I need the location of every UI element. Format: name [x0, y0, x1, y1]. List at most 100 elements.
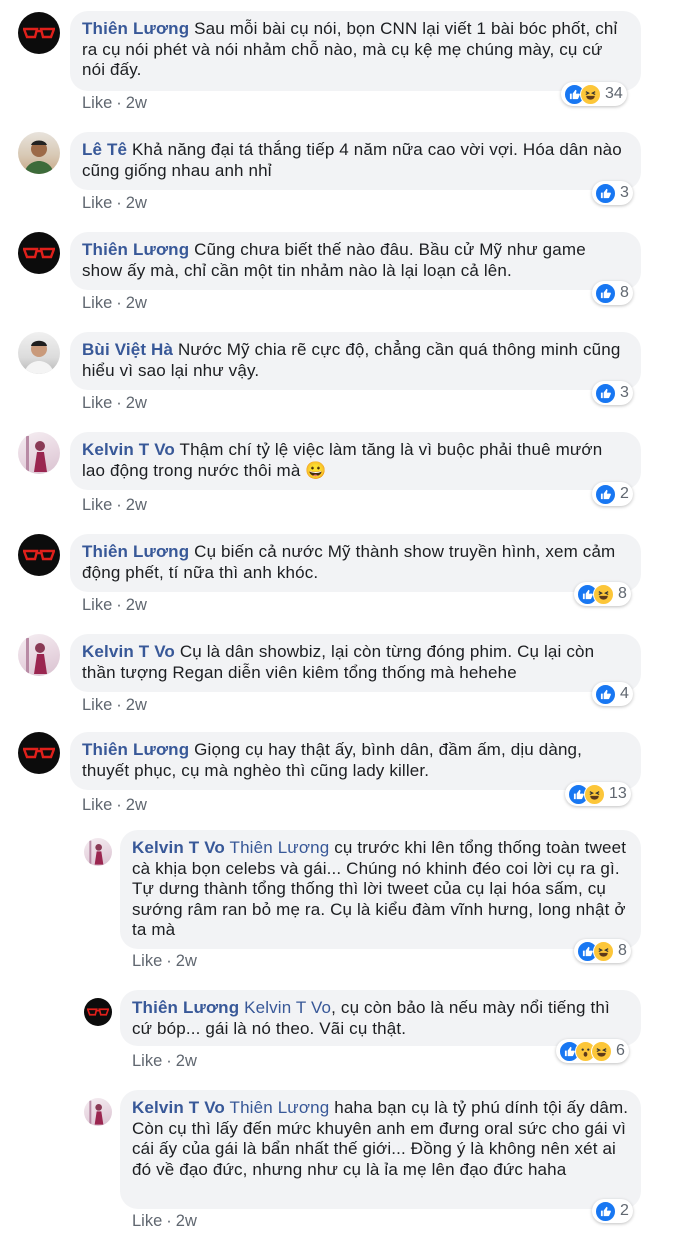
avatar[interactable] [18, 232, 60, 274]
reaction-count: 3 [620, 384, 629, 401]
author-name[interactable]: Thiên Lương [82, 740, 189, 759]
mention-link[interactable]: Kelvin T Vo [244, 998, 331, 1017]
like-icon [595, 182, 616, 204]
red-glasses-icon [23, 247, 55, 259]
avatar[interactable] [84, 1098, 112, 1126]
timestamp[interactable]: 2w [176, 1212, 197, 1230]
comment-actions: Like · 2w [82, 496, 147, 514]
avatar[interactable] [18, 732, 60, 774]
timestamp[interactable]: 2w [176, 1052, 197, 1070]
author-name[interactable]: Kelvin T Vo [82, 642, 175, 661]
timestamp[interactable]: 2w [176, 952, 197, 970]
like-button[interactable]: Like [82, 294, 112, 312]
author-name[interactable]: Thiên Lương [132, 998, 239, 1017]
haha-icon [593, 583, 614, 605]
reaction-summary[interactable]: 13 [565, 782, 631, 806]
like-icon [595, 382, 616, 404]
person-photo-icon [89, 840, 104, 865]
comment-actions: Like · 2w [82, 394, 147, 412]
reaction-count: 8 [620, 284, 629, 301]
avatar[interactable] [84, 998, 112, 1026]
avatar[interactable] [18, 534, 60, 576]
comment-bubble: Thiên Lương Cũng chưa biết thế nào đâu. … [70, 232, 641, 290]
reply-bubble: Thiên Lương Kelvin T Vo, cụ còn bảo là n… [120, 990, 641, 1046]
like-button[interactable]: Like [82, 596, 112, 614]
reaction-summary[interactable]: 3 [592, 381, 633, 405]
like-button[interactable]: Like [82, 796, 112, 814]
avatar[interactable] [18, 132, 60, 174]
avatar[interactable] [84, 838, 112, 866]
timestamp[interactable]: 2w [126, 796, 147, 814]
comment-actions: Like · 2w [82, 94, 147, 112]
reaction-count: 8 [618, 585, 627, 602]
reaction-summary[interactable]: 8 [574, 939, 631, 963]
grinning-emoji: 😀 [305, 460, 327, 480]
comment-actions: Like · 2w [132, 952, 197, 970]
reaction-summary[interactable]: 34 [561, 82, 627, 106]
comment-actions: Like · 2w [82, 596, 147, 614]
avatar[interactable] [18, 432, 60, 474]
reply-bubble: Kelvin T Vo Thiên Lương cụ trước khi lên… [120, 830, 641, 949]
like-icon [595, 483, 616, 505]
like-button[interactable]: Like [132, 952, 162, 970]
reaction-count: 13 [609, 785, 627, 802]
timestamp[interactable]: 2w [126, 696, 147, 714]
red-glasses-icon [23, 549, 55, 561]
author-name[interactable]: Thiên Lương [82, 19, 189, 38]
timestamp[interactable]: 2w [126, 394, 147, 412]
mention-link[interactable]: Thiên Lương [230, 1098, 330, 1117]
person-photo-icon [24, 340, 54, 374]
like-button[interactable]: Like [82, 94, 112, 112]
like-button[interactable]: Like [82, 194, 112, 212]
author-name[interactable]: Kelvin T Vo [82, 440, 175, 459]
comment-bubble: Thiên Lương Giọng cụ hay thật ấy, bình d… [70, 732, 641, 790]
author-name[interactable]: Lê Tê [82, 140, 127, 159]
reaction-summary[interactable]: 2 [592, 1199, 633, 1223]
reaction-count: 6 [616, 1042, 625, 1059]
timestamp[interactable]: 2w [126, 596, 147, 614]
person-photo-icon [26, 436, 47, 472]
haha-icon [591, 1040, 612, 1062]
timestamp[interactable]: 2w [126, 194, 147, 212]
reply-bubble: Kelvin T Vo Thiên Lương haha bạn cụ là t… [120, 1090, 641, 1209]
timestamp[interactable]: 2w [126, 94, 147, 112]
haha-icon [580, 83, 601, 105]
reaction-summary[interactable]: 8 [592, 281, 633, 305]
author-name[interactable]: Kelvin T Vo [132, 838, 225, 857]
reaction-count: 2 [620, 485, 629, 502]
author-name[interactable]: Thiên Lương [82, 542, 189, 561]
person-photo-icon [26, 638, 47, 674]
comment-actions: Like · 2w [82, 796, 147, 814]
red-glasses-icon [23, 27, 55, 39]
like-button[interactable]: Like [82, 696, 112, 714]
author-name[interactable]: Bùi Việt Hà [82, 340, 173, 359]
reaction-count: 3 [620, 184, 629, 201]
mention-link[interactable]: Thiên Lương [230, 838, 330, 857]
person-photo-icon [89, 1100, 104, 1125]
person-photo-icon [24, 140, 54, 174]
comment-bubble: Bùi Việt Hà Nước Mỹ chia rẽ cực độ, chẳn… [70, 332, 641, 390]
timestamp[interactable]: 2w [126, 496, 147, 514]
timestamp[interactable]: 2w [126, 294, 147, 312]
like-button[interactable]: Like [132, 1052, 162, 1070]
like-button[interactable]: Like [82, 394, 112, 412]
author-name[interactable]: Thiên Lương [82, 240, 189, 259]
reaction-summary[interactable]: 2 [592, 482, 633, 506]
reaction-summary[interactable]: 6 [556, 1039, 629, 1063]
reaction-summary[interactable]: 4 [592, 682, 633, 706]
comment-bubble: Lê Tê Khả năng đại tá thắng tiếp 4 năm n… [70, 132, 641, 190]
avatar[interactable] [18, 634, 60, 676]
reaction-summary[interactable]: 8 [574, 582, 631, 606]
like-button[interactable]: Like [132, 1212, 162, 1230]
avatar[interactable] [18, 12, 60, 54]
like-button[interactable]: Like [82, 496, 112, 514]
reaction-summary[interactable]: 3 [592, 181, 633, 205]
reaction-count: 4 [620, 685, 629, 702]
avatar[interactable] [18, 332, 60, 374]
author-name[interactable]: Kelvin T Vo [132, 1098, 225, 1117]
reaction-count: 2 [620, 1202, 629, 1219]
haha-icon [593, 940, 614, 962]
comment-bubble: Thiên Lương Cụ biến cả nước Mỹ thành sho… [70, 534, 641, 592]
red-glasses-icon [23, 747, 55, 759]
red-glasses-icon [87, 1008, 109, 1016]
